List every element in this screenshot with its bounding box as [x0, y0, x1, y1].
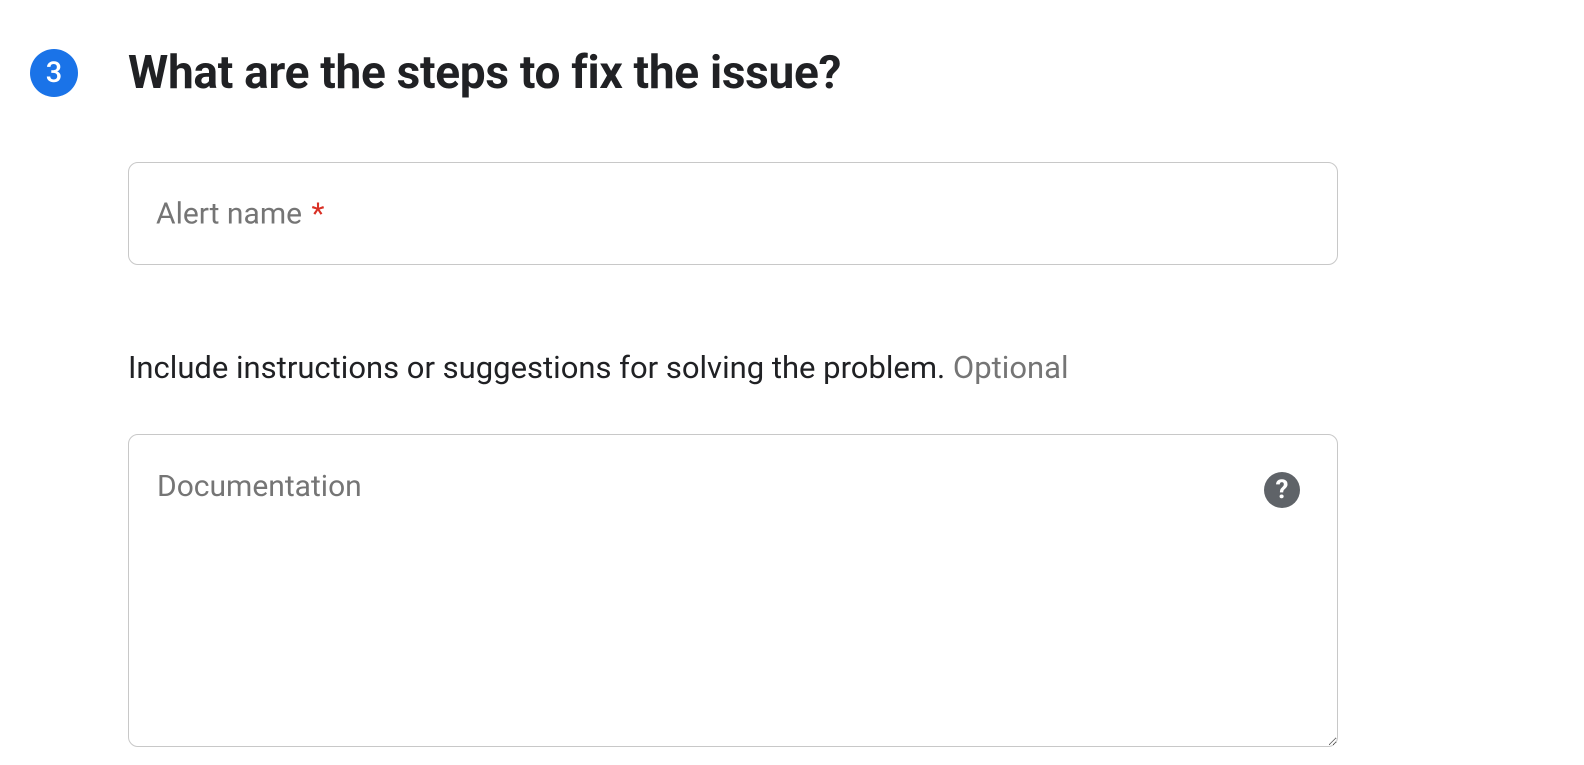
instructions-main: Include instructions or suggestions for … [128, 349, 945, 386]
instructions-text: Include instructions or suggestions for … [128, 349, 1338, 386]
help-icon[interactable]: ? [1264, 472, 1300, 508]
instructions-optional-label: Optional [953, 349, 1069, 386]
step-header: 3 What are the steps to fix the issue? [30, 46, 1554, 100]
step-title: What are the steps to fix the issue? [128, 46, 841, 100]
step-section: 3 What are the steps to fix the issue? A… [0, 0, 1584, 751]
alert-name-field: Alert name * [128, 162, 1338, 265]
alert-name-input[interactable] [128, 162, 1338, 265]
documentation-textarea[interactable] [128, 434, 1338, 747]
documentation-field: ? [128, 434, 1338, 751]
step-number-badge: 3 [30, 49, 78, 97]
step-content: Alert name * Include instructions or sug… [128, 162, 1338, 751]
